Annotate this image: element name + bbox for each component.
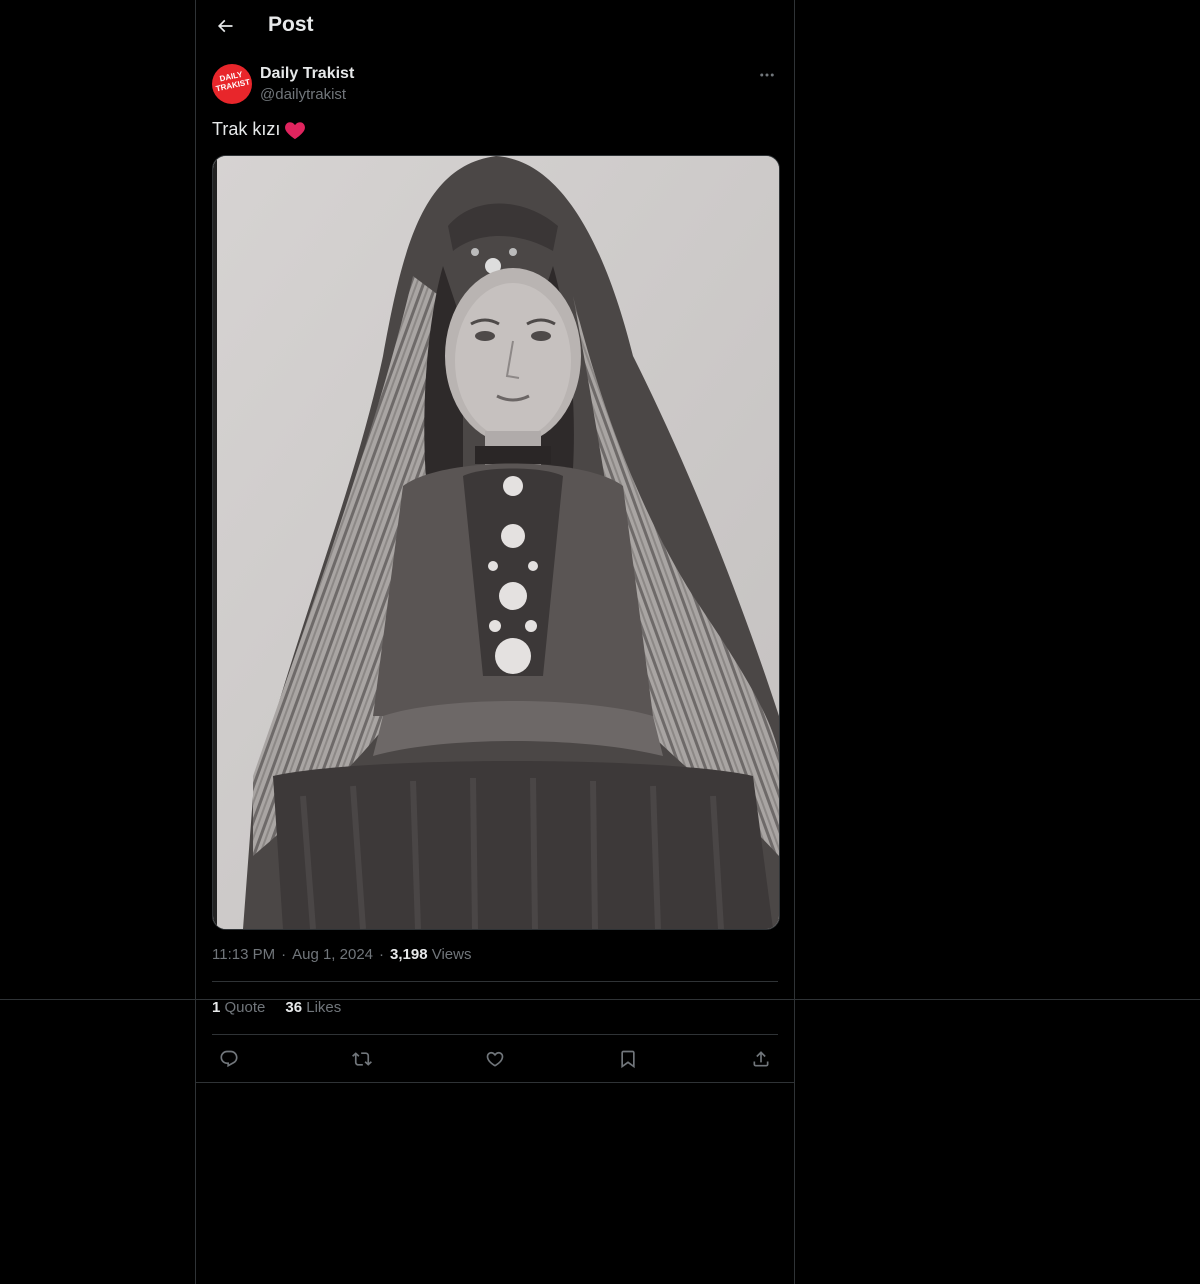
repost-button[interactable]	[345, 1042, 379, 1076]
repost-icon	[352, 1049, 372, 1069]
engagement-stats: 1 Quote 36 Likes	[212, 999, 341, 1016]
divider	[212, 1034, 778, 1035]
heart-emoji-icon	[284, 120, 306, 140]
like-button[interactable]	[478, 1042, 512, 1076]
quotes-stat[interactable]: 1 Quote	[212, 999, 265, 1016]
main-column: Post DAILY TRAKIST Daily Trakist @dailyt…	[195, 0, 795, 1284]
post-time[interactable]: 11:13 PM	[212, 946, 275, 963]
reply-icon	[219, 1049, 239, 1069]
likes-stat[interactable]: 36 Likes	[285, 999, 341, 1016]
post-image[interactable]	[212, 155, 780, 930]
divider	[212, 981, 778, 982]
page: Post DAILY TRAKIST Daily Trakist @dailyt…	[0, 0, 1200, 1284]
views-label: Views	[431, 946, 472, 963]
post-meta: 11:13 PM · Aug 1, 2024 · 3,198 Views	[212, 946, 471, 963]
author-row: DAILY TRAKIST Daily Trakist @dailytrakis…	[212, 64, 778, 108]
share-icon	[751, 1049, 771, 1069]
views: 3,198 Views	[390, 946, 471, 963]
more-icon	[758, 66, 776, 84]
bookmark-button[interactable]	[611, 1042, 645, 1076]
reply-button[interactable]	[212, 1042, 246, 1076]
bookmark-icon	[618, 1049, 638, 1069]
avatar[interactable]: DAILY TRAKIST	[212, 64, 252, 104]
meta-separator: ·	[379, 946, 384, 963]
page-title: Post	[268, 13, 314, 36]
more-options-button[interactable]	[756, 64, 778, 86]
like-icon	[485, 1049, 505, 1069]
action-bar	[212, 1036, 778, 1082]
quotes-count: 1	[212, 999, 221, 1016]
post-text-content: Trak kızı	[212, 119, 281, 139]
views-count: 3,198	[390, 946, 428, 963]
author-display-name[interactable]: Daily Trakist	[260, 65, 354, 83]
arrow-left-icon	[215, 16, 235, 36]
meta-separator: ·	[281, 946, 287, 963]
back-button[interactable]	[208, 9, 242, 43]
post-date[interactable]: Aug 1, 2024	[292, 946, 373, 963]
quotes-label: Quote	[224, 999, 266, 1016]
share-button[interactable]	[744, 1042, 778, 1076]
photo-illustration	[213, 156, 779, 929]
likes-label: Likes	[306, 999, 342, 1016]
author-handle[interactable]: @dailytrakist	[260, 86, 346, 103]
likes-count: 36	[285, 999, 303, 1016]
avatar-logo-text: DAILY TRAKIST	[215, 69, 251, 94]
divider	[196, 1082, 794, 1083]
post-header: Post	[196, 0, 794, 54]
post-text: Trak kızı	[212, 119, 306, 140]
